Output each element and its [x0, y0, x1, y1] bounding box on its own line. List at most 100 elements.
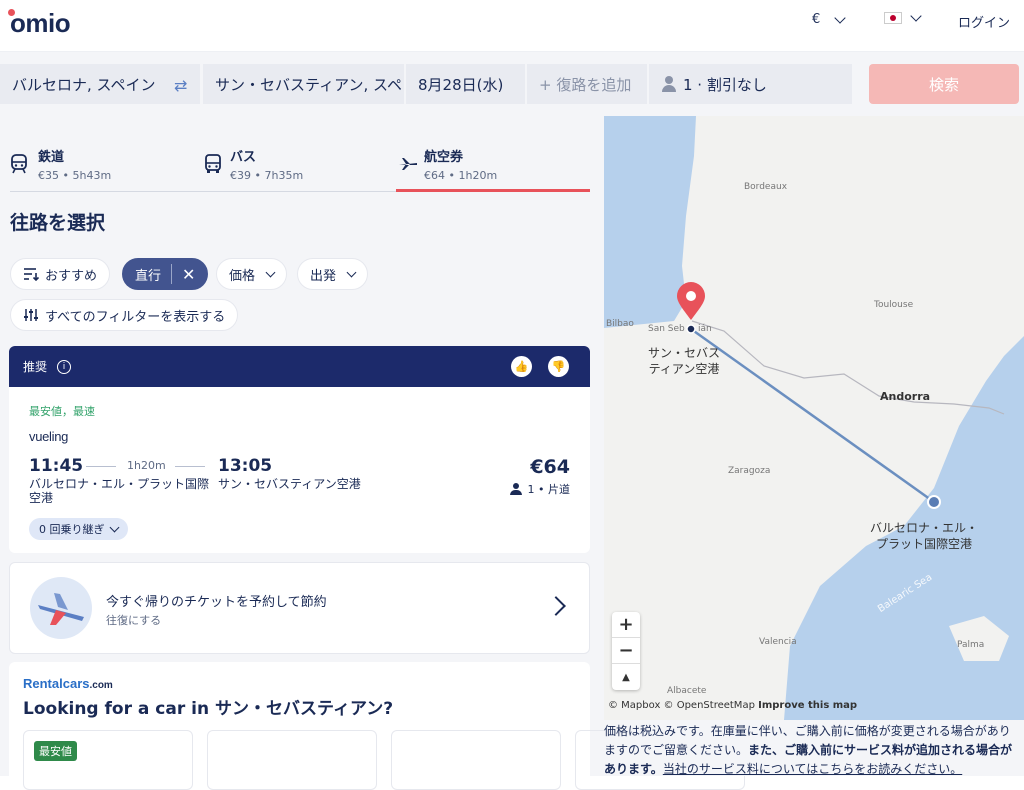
japan-flag-icon: [884, 12, 902, 24]
all-filters-chip[interactable]: すべてのフィルターを表示する: [10, 299, 239, 331]
chevron-down-icon: [910, 10, 922, 22]
disclaimer-text-1: 価格は税込みです。在庫量に伴い、ご購入前に価格が変更される場合があり: [604, 724, 1011, 738]
language-selector[interactable]: [884, 10, 922, 24]
passengers-field[interactable]: 1 · 割引なし: [649, 64, 852, 104]
tab-train-sub: €35 • 5h43m: [38, 169, 112, 182]
arrive-station: サン・セバスティアン空港: [218, 477, 361, 491]
top-header: omio € ログイン: [0, 0, 1024, 52]
search-button[interactable]: 検索: [869, 64, 1019, 104]
tab-train-title: 鉄道: [38, 150, 65, 165]
chevron-down-icon: [109, 522, 119, 533]
roundtrip-subtitle: 往復にする: [106, 614, 162, 627]
disclaimer-bold-2: あります。: [604, 762, 663, 776]
active-tab-indicator: [396, 189, 590, 192]
sort-icon: [24, 268, 39, 281]
search-bar: バルセロナ, スペイン ⇄ サン・セバスティアン, スペ 8月28日(水) + …: [0, 52, 1024, 116]
arrive-time: 13:05: [218, 456, 273, 476]
return-field[interactable]: + 復路を追加: [527, 64, 647, 104]
destination-airport-label: バルセロナ・エル・ プラット国際空港: [870, 520, 978, 552]
currency-selector[interactable]: €: [812, 11, 846, 27]
chevron-down-icon: [265, 267, 276, 278]
duration-line-left: [86, 466, 116, 467]
destination-label-line2: プラット国際空港: [876, 537, 973, 551]
filter-sliders-icon: [24, 309, 38, 321]
to-field[interactable]: サン・セバスティアン, スペ: [203, 64, 404, 104]
depart-station: バルセロナ・エル・プラット国際空港: [29, 477, 210, 505]
destination-label-line1: バルセロナ・エル・: [870, 521, 979, 535]
plane-icon: [398, 154, 418, 178]
date-field[interactable]: 8月28日(水): [406, 64, 525, 104]
omio-logo[interactable]: omio: [10, 8, 71, 39]
price-label: 価格: [229, 268, 256, 284]
departure-filter-chip[interactable]: 出発: [297, 258, 369, 290]
sort-recommended-chip[interactable]: おすすめ: [10, 258, 111, 290]
direct-label: 直行: [135, 268, 162, 284]
improve-map-link[interactable]: Improve this map: [758, 700, 857, 711]
info-icon[interactable]: i: [57, 359, 72, 374]
map-canvas: [604, 116, 1024, 720]
route-line: [690, 327, 935, 504]
tab-flights-sub: €64 • 1h20m: [424, 169, 498, 182]
thumbs-down-icon[interactable]: 👎: [548, 356, 569, 377]
chevron-down-icon: [834, 11, 846, 24]
swap-icon[interactable]: ⇄: [174, 76, 187, 95]
rentalcars-logo-text: Rentalcars: [23, 676, 90, 691]
map-label-albacete: Albacete: [667, 686, 707, 696]
page-title: 往路を選択: [10, 212, 106, 234]
service-fee-link[interactable]: 当社のサービス料についてはこちらをお読みください。: [663, 762, 962, 776]
map-label-san-sebastian: San Seb: [648, 324, 685, 334]
train-icon: [10, 154, 28, 178]
stops-toggle[interactable]: 0 回乗り継ぎ: [29, 518, 128, 540]
airplane-illustration: [30, 577, 92, 639]
map-label-palma: Palma: [957, 640, 985, 650]
price-disclaimer: 価格は税込みです。在庫量に伴い、ご購入前に価格が変更される場合があり ますのでご…: [604, 720, 1024, 776]
car-card[interactable]: [207, 730, 377, 790]
person-icon: [661, 76, 677, 92]
zoom-controls: + − ▲: [612, 612, 640, 690]
rentalcars-promo: Rentalcars.com Looking for a car in サン・セ…: [9, 662, 745, 790]
tab-bus[interactable]: バス €39 • 7h35m: [204, 146, 394, 192]
destination-dot: [927, 495, 941, 509]
thumbs-up-icon[interactable]: 👍: [511, 356, 532, 377]
cheapest-badge: 最安値: [34, 741, 77, 761]
tab-flights[interactable]: 航空券 €64 • 1h20m: [398, 146, 588, 192]
direct-filter-chip[interactable]: 直行 ✕: [122, 258, 209, 290]
duration-line-right: [175, 466, 205, 467]
map-label-toulouse: Toulouse: [874, 300, 914, 310]
map-label-bordeaux: Bordeaux: [744, 182, 788, 192]
tab-train[interactable]: 鉄道 €35 • 5h43m: [10, 146, 200, 192]
passenger-info: 1 • 片道: [509, 481, 570, 497]
car-card[interactable]: [391, 730, 561, 790]
price: €64: [530, 456, 570, 478]
stops-label: 0 回乗り継ぎ: [39, 523, 105, 536]
airline-logo: vueling: [29, 429, 69, 444]
roundtrip-promo[interactable]: 今すぐ帰りのチケットを予約して節約 往復にする: [9, 562, 590, 654]
recommended-label: 推奨: [23, 360, 48, 374]
origin-label-line1: サン・セバス: [648, 346, 721, 360]
passengers-label: 1 · 割引なし: [683, 75, 767, 94]
price-filter-chip[interactable]: 価格: [216, 258, 288, 290]
all-filters-label: すべてのフィルターを表示する: [45, 309, 226, 325]
person-icon: [509, 483, 522, 495]
attribution-text[interactable]: © Mapbox © OpenStreetMap: [608, 700, 755, 711]
map-label-san-sebastian-b: ián: [698, 324, 712, 334]
compass-icon[interactable]: ▲: [612, 664, 640, 690]
zoom-out-button[interactable]: −: [612, 638, 640, 664]
bus-icon: [204, 154, 222, 178]
route-map[interactable]: Bordeaux Toulouse Bilbao San Seb ián And…: [604, 116, 1024, 720]
cheapest-fastest-tag: 最安値，最速: [29, 405, 95, 418]
from-field[interactable]: バルセロナ, スペイン: [0, 64, 200, 104]
tab-bus-title: バス: [230, 150, 257, 165]
origin-dot: [686, 324, 696, 334]
car-card[interactable]: 最安値: [23, 730, 193, 790]
map-label-valencia: Valencia: [759, 637, 797, 647]
roundtrip-title: 今すぐ帰りのチケットを予約して節約: [106, 595, 327, 610]
chevron-down-icon: [346, 267, 357, 278]
zoom-in-button[interactable]: +: [612, 612, 640, 638]
close-icon[interactable]: ✕: [182, 265, 195, 284]
tab-bus-sub: €39 • 7h35m: [230, 169, 304, 182]
result-card[interactable]: 推奨 i 👍 👎 最安値，最速 vueling 11:45 1h20m 13:0…: [9, 346, 590, 553]
map-label-andorra: Andorra: [880, 390, 931, 403]
login-link[interactable]: ログイン: [958, 12, 1010, 31]
disclaimer-text-2: ますのでご留意ください。: [604, 743, 749, 757]
